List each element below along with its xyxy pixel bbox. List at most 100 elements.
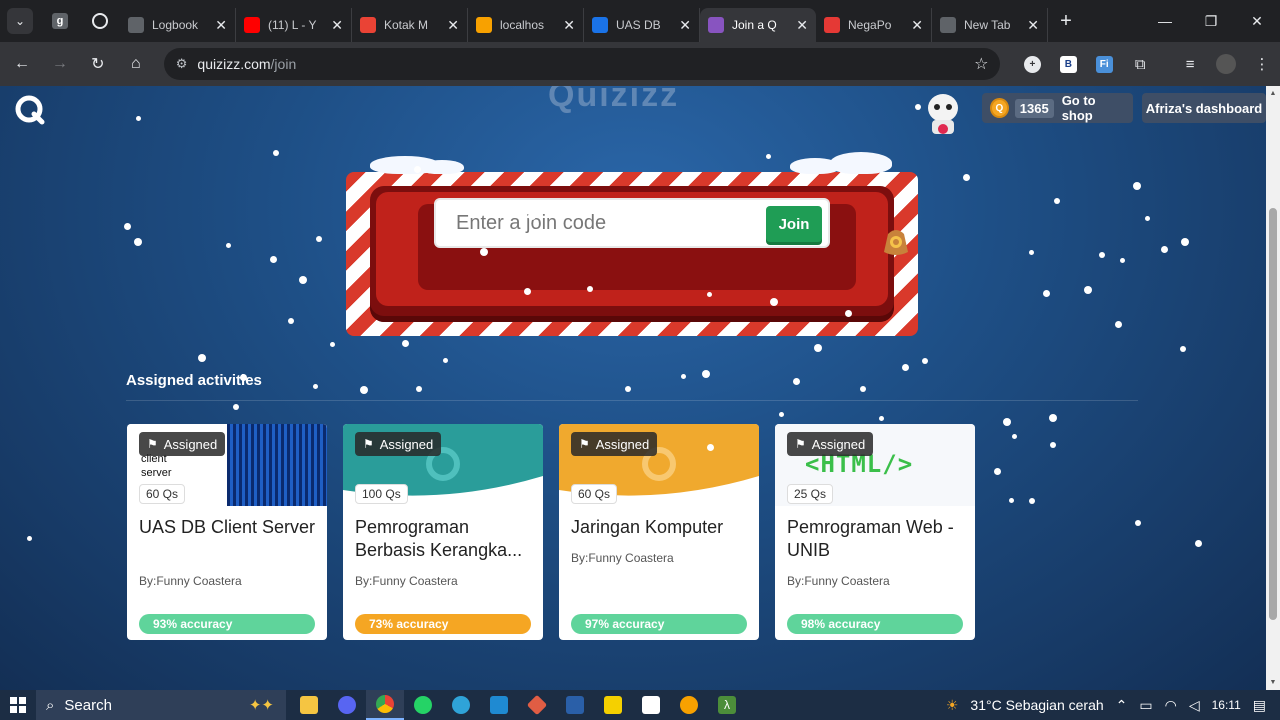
search-icon: ⌕ (46, 696, 55, 714)
volume-icon[interactable]: ◁ (1189, 697, 1200, 714)
clock[interactable]: 16:11 (1212, 698, 1241, 712)
close-tab-icon[interactable]: ✕ (447, 17, 459, 34)
browser-tab-8[interactable]: NegaPo ✕ (816, 8, 932, 42)
back-button[interactable]: ← (4, 46, 40, 82)
tab-title: New Tab (964, 18, 1011, 32)
vscode-icon[interactable] (480, 690, 518, 720)
close-tab-icon[interactable]: ✕ (1027, 17, 1039, 34)
snow-cap-left-2 (420, 160, 464, 174)
join-code-input[interactable] (456, 211, 756, 235)
sticky-notes-icon[interactable] (594, 690, 632, 720)
shop-button[interactable]: Q 1365 Go to shop (982, 93, 1133, 123)
accuracy-bar: 93% accuracy (139, 614, 315, 634)
quizizz-logo[interactable] (14, 94, 46, 126)
site-info-icon[interactable]: ⚙ (176, 56, 188, 72)
snowflake (860, 386, 866, 392)
xampp-taskbar-icon[interactable] (670, 690, 708, 720)
scrollbar-thumb[interactable] (1269, 208, 1277, 620)
battery-icon[interactable]: ▭ (1139, 697, 1152, 714)
powershell-icon[interactable] (556, 690, 594, 720)
browser-tab-6[interactable]: UAS DB ✕ (584, 8, 700, 42)
forward-button[interactable]: → (42, 46, 78, 82)
taskbar-search[interactable]: ⌕ Search ✦✦ (36, 690, 286, 720)
chrome-icon[interactable] (366, 690, 404, 720)
snowflake (1181, 238, 1189, 246)
browser-tab-2[interactable]: Logbook ✕ (120, 8, 236, 42)
tab-search-button[interactable]: ⌄ (0, 0, 40, 42)
home-button[interactable]: ⌂ (118, 46, 154, 82)
new-tab-button[interactable]: + (1048, 10, 1084, 33)
browser-tab-3[interactable]: (11) L - Y ✕ (236, 8, 352, 42)
browser-tab-4[interactable]: Kotak M ✕ (352, 8, 468, 42)
weather-icon[interactable]: ☀ (946, 697, 959, 714)
snowflake (124, 223, 131, 230)
activity-card-3[interactable]: ⚑ Assigned 60 Qs Jaringan Komputer By:Fun… (559, 424, 759, 640)
extension-b-button[interactable]: B (1050, 46, 1086, 82)
snowflake (273, 150, 279, 156)
menu-button[interactable]: ⋮ (1244, 46, 1280, 82)
snowflake (226, 243, 231, 248)
activity-card-1[interactable]: client server ⚑ Assigned 60 Qs UAS DB Clie… (127, 424, 327, 640)
tab-pinned-2[interactable] (80, 0, 120, 42)
snowflake (288, 318, 294, 324)
weather-text[interactable]: 31°C Sebagian cerah (970, 697, 1103, 713)
extensions-button[interactable]: ⧉ (1122, 46, 1158, 82)
minimize-button[interactable]: — (1142, 0, 1188, 42)
activity-card-2[interactable]: ⚑ Assigned 100 Qs Pemrograman Berbasis Ke… (343, 424, 543, 640)
snowflake (793, 378, 800, 385)
activity-card-4[interactable]: <HTML/> ⚑ Assigned 25 Qs Pemrograman Web … (775, 424, 975, 640)
dashboard-button[interactable]: Afriza's dashboard (1142, 93, 1266, 123)
snowflake (1135, 520, 1141, 526)
accuracy-bar: 97% accuracy (571, 614, 747, 634)
address-bar[interactable]: ⚙ quizizz.com/join ☆ (163, 48, 1001, 80)
chevron-up-icon[interactable]: ⌃ (1116, 697, 1128, 714)
app-icon[interactable] (632, 690, 670, 720)
reload-button[interactable]: ↻ (80, 46, 116, 82)
close-tab-icon[interactable]: ✕ (911, 17, 923, 34)
xampp-icon (476, 17, 492, 33)
discord-icon[interactable] (328, 690, 366, 720)
close-tab-icon[interactable]: ✕ (215, 17, 227, 34)
file-explorer-icon[interactable] (290, 690, 328, 720)
close-tab-icon[interactable]: ✕ (796, 17, 808, 34)
bookmark-star-icon[interactable]: ☆ (974, 54, 988, 74)
scroll-up-arrow[interactable]: ▲ (1266, 90, 1280, 97)
g-icon: g (52, 13, 68, 29)
snowflake (1012, 434, 1017, 439)
close-tab-icon[interactable]: ✕ (679, 17, 691, 34)
media-control-button[interactable]: ≡ (1172, 46, 1208, 82)
lambda-icon[interactable]: λ (708, 690, 746, 720)
close-window-button[interactable]: ✕ (1234, 0, 1280, 42)
close-tab-icon[interactable]: ✕ (331, 17, 343, 34)
browser-tab-5[interactable]: localhos ✕ (468, 8, 584, 42)
extension-add-button[interactable]: + (1014, 46, 1050, 82)
page-scrollbar[interactable]: ▲ ▼ (1266, 86, 1280, 690)
question-count: 60 Qs (571, 484, 618, 504)
join-code-field: Join (434, 198, 830, 248)
avatar[interactable] (924, 92, 964, 136)
tab-pinned-1[interactable]: g (40, 0, 80, 42)
card-author: By:Funny Coastera (571, 551, 674, 565)
wifi-icon[interactable]: ◠ (1165, 697, 1177, 714)
notification-icon[interactable]: ▤ (1253, 697, 1266, 714)
browser-tab-7[interactable]: Join a Q ✕ (700, 8, 816, 42)
system-tray: ☀ 31°C Sebagian cerah ⌃ ▭ ◠ ◁ 16:11 ▤ (940, 690, 1280, 720)
git-icon[interactable] (518, 690, 556, 720)
extension-fi-button[interactable]: Fi (1086, 46, 1122, 82)
join-code-panel (346, 172, 918, 336)
browser-tab-9[interactable]: New Tab ✕ (932, 8, 1048, 42)
start-button[interactable] (0, 690, 36, 720)
scroll-down-arrow[interactable]: ▼ (1266, 679, 1280, 686)
profile-button[interactable] (1208, 46, 1244, 82)
snowflake (922, 358, 928, 364)
snowflake (1133, 182, 1141, 190)
edge-icon[interactable] (442, 690, 480, 720)
sparkle-icon: ✦✦ (248, 697, 274, 714)
join-button[interactable]: Join (766, 206, 822, 242)
gift-bag-icon (884, 230, 908, 255)
maximize-button[interactable]: ❐ (1188, 0, 1234, 42)
close-tab-icon[interactable]: ✕ (563, 17, 575, 34)
puzzle-icon: ⧉ (1134, 55, 1146, 73)
whatsapp-icon[interactable] (404, 690, 442, 720)
snowflake (1145, 216, 1150, 221)
